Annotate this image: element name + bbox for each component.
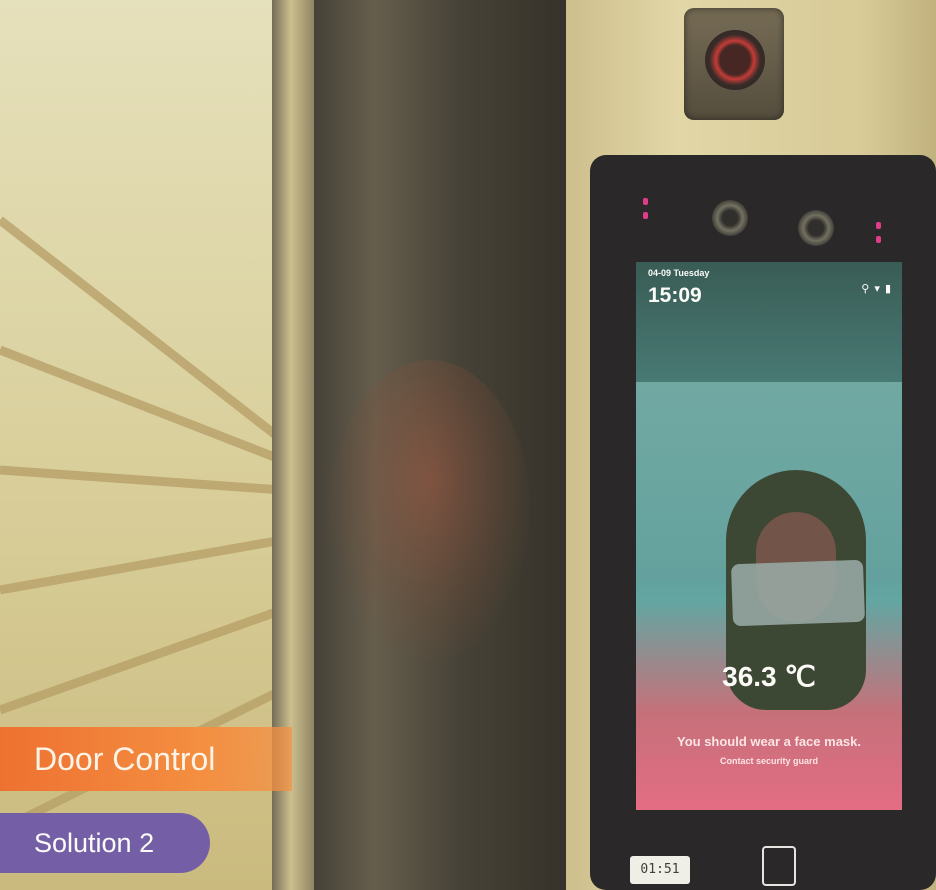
card-reader-icon bbox=[762, 846, 796, 886]
subtitle-pill: Solution 2 bbox=[0, 813, 210, 873]
led-indicator-right-2 bbox=[876, 236, 881, 243]
device-screen: 04-09 Tuesday 15:09 ⚲ ▾ ▮ 36.3 ℃ You sho… bbox=[636, 262, 902, 810]
led-indicator-right bbox=[876, 222, 881, 229]
photo-scene: 04-09 Tuesday 15:09 ⚲ ▾ ▮ 36.3 ℃ You sho… bbox=[0, 0, 936, 890]
reflection bbox=[330, 360, 530, 660]
face-sensor-icon-2 bbox=[798, 210, 834, 246]
face-sensor-icon bbox=[712, 200, 748, 236]
led-indicator-left bbox=[643, 198, 648, 205]
mask-warning-sub: Contact security guard bbox=[719, 756, 819, 766]
mask-warning: You should wear a face mask. bbox=[677, 734, 861, 749]
screen-time: 15:09 bbox=[648, 284, 702, 307]
door-gap bbox=[556, 0, 566, 890]
camera-lens-icon bbox=[705, 30, 765, 90]
face-mask bbox=[730, 559, 866, 627]
title-label: Door Control bbox=[34, 740, 216, 777]
subtitle-label: Solution 2 bbox=[34, 827, 155, 858]
status-bar-icons: ⚲ ▾ ▮ bbox=[861, 283, 892, 295]
device-clock: 01:51 bbox=[630, 856, 690, 884]
title-banner: Door Control bbox=[0, 727, 292, 791]
screen-date: 04-09 Tuesday bbox=[648, 268, 710, 278]
led-indicator-left-2 bbox=[643, 212, 648, 219]
temperature-reading: 36.3 ℃ bbox=[722, 661, 816, 692]
